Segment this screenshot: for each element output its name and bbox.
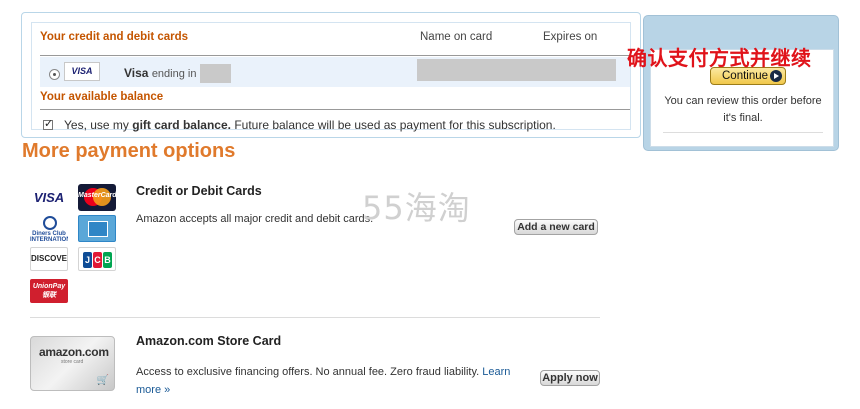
continue-label: Continue	[722, 70, 769, 82]
balance-header: Your available balance	[40, 91, 164, 103]
diners-circle	[43, 216, 57, 230]
credit-cards-description: Amazon accepts all major credit and debi…	[136, 213, 374, 225]
credit-cards-title: Credit or Debit Cards	[136, 184, 262, 198]
cards-header: Your credit and debit cards	[40, 31, 189, 43]
card-brand: Visa	[124, 66, 149, 80]
payment-selection-box: Your credit and debit cards Name on card…	[21, 12, 641, 138]
jcb-c: C	[93, 252, 102, 268]
chinese-annotation: 确认支付方式并继续	[627, 46, 812, 70]
cards-header-row: Your credit and debit cards Name on card…	[40, 31, 630, 49]
store-card-title: Amazon.com Store Card	[136, 334, 282, 348]
jcb-j: J	[83, 252, 92, 268]
more-payment-options-title: More payment options	[22, 140, 236, 162]
review-divider	[663, 132, 823, 133]
store-card-desc-text: Access to exclusive financing offers. No…	[136, 366, 480, 378]
arrow-right-icon	[770, 70, 782, 82]
card-radio[interactable]	[49, 69, 60, 80]
card-label: Visa ending in	[124, 66, 196, 80]
store-card-description: Access to exclusive financing offers. No…	[136, 363, 536, 399]
gift-prefix: Yes, use my	[64, 118, 129, 132]
cart-icon: 🛒	[96, 375, 109, 386]
amex-icon	[78, 215, 116, 242]
visa-icon: VISA	[30, 186, 68, 211]
balance-divider	[40, 109, 630, 110]
amex-inner	[88, 221, 108, 237]
review-note: You can review this order before it's fi…	[664, 95, 822, 124]
options-divider	[30, 317, 600, 318]
gift-card-label: Yes, use my gift card balance. Future ba…	[64, 118, 556, 132]
expires-on-header: Expires on	[543, 31, 598, 43]
mastercard-text: MasterCard	[78, 192, 116, 199]
gift-suffix: Future balance will be used as payment f…	[234, 118, 556, 132]
header-divider	[40, 55, 630, 56]
jcb-icon: J C B	[78, 247, 116, 271]
store-card-brand: amazon.com	[39, 345, 109, 359]
apply-now-button[interactable]: Apply now	[540, 370, 600, 386]
jcb-b: B	[103, 252, 112, 268]
add-new-card-button[interactable]: Add a new card	[514, 219, 598, 235]
saved-card-row[interactable]: VISA Visa ending in	[40, 57, 630, 87]
diners-text: Diners Club INTERNATIONAL	[30, 231, 68, 242]
discover-icon: DISCOVER	[30, 247, 68, 271]
store-card-image: amazon.com store card 🛒	[30, 336, 115, 391]
store-card-sub: store card	[61, 359, 84, 365]
visa-logo-icon: VISA	[64, 62, 100, 81]
gift-bold: gift card balance.	[132, 118, 231, 132]
unionpay-icon: UnionPay 银联	[30, 279, 68, 303]
continue-panel: Continue You can review this order befor…	[643, 15, 839, 151]
watermark: 55海淘	[362, 189, 471, 227]
name-on-card-header: Name on card	[420, 31, 493, 43]
gift-card-checkbox[interactable]	[43, 117, 53, 130]
card-ending-label: ending in	[151, 68, 197, 80]
payment-selection-inner: Your credit and debit cards Name on card…	[31, 22, 631, 132]
diners-club-icon: Diners Club INTERNATIONAL	[30, 215, 68, 242]
masked-card-number	[200, 64, 231, 83]
masked-name-expiry	[417, 59, 616, 81]
mastercard-icon: MasterCard	[78, 184, 116, 211]
